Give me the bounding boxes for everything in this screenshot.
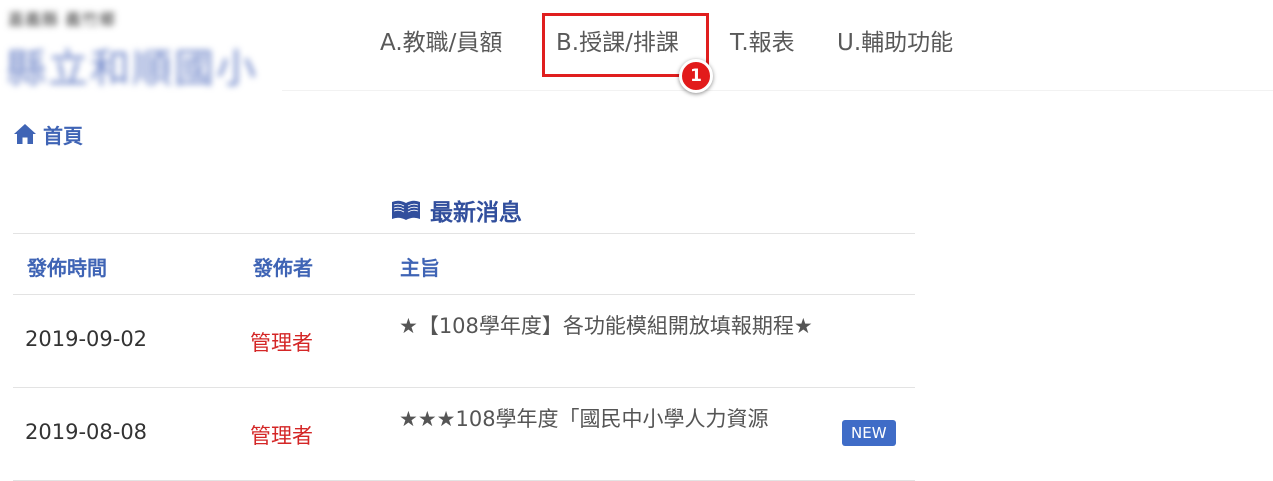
news-section-title: 最新消息 <box>390 192 522 228</box>
new-badge: NEW <box>842 420 896 446</box>
nav-item-teaching-scheduling[interactable]: B.授課/排課 <box>556 24 679 62</box>
home-icon <box>13 123 37 145</box>
cell-subject-link[interactable]: ★★★108學年度「國民中小學人力資源 <box>399 404 829 435</box>
step-badge: 1 <box>679 59 713 93</box>
table-row[interactable]: 2019-09-02 管理者 ★【108學年度】各功能模組開放填報期程★ <box>13 295 915 388</box>
table-header: 發佈時間 發佈者 主旨 <box>13 234 915 295</box>
breadcrumb-label: 首頁 <box>43 123 83 148</box>
column-header-publisher[interactable]: 發佈者 <box>253 252 313 281</box>
cell-publisher[interactable]: 管理者 <box>250 327 313 357</box>
table-row[interactable]: 2019-08-08 管理者 ★★★108學年度「國民中小學人力資源 NEW <box>13 388 915 481</box>
news-table: 發佈時間 發佈者 主旨 2019-09-02 管理者 ★【108學年度】各功能模… <box>13 233 915 481</box>
cell-date: 2019-08-08 <box>25 420 148 444</box>
nav-item-auxiliary[interactable]: U.輔助功能 <box>837 24 953 62</box>
cell-date: 2019-09-02 <box>25 327 148 351</box>
book-icon <box>390 198 422 222</box>
cell-publisher[interactable]: 管理者 <box>250 420 313 450</box>
column-header-subject[interactable]: 主旨 <box>400 252 440 281</box>
column-header-publish-time[interactable]: 發佈時間 <box>27 252 107 281</box>
news-title: 最新消息 <box>430 200 522 226</box>
top-navigation: A.教職/員額 B.授課/排課 T.報表 U.輔助功能 <box>0 0 1273 90</box>
nav-item-reports[interactable]: T.報表 <box>730 24 795 62</box>
breadcrumb-home[interactable]: 首頁 <box>13 118 83 150</box>
nav-item-staff[interactable]: A.教職/員額 <box>380 24 502 62</box>
nav-divider <box>282 90 1273 91</box>
cell-subject-link[interactable]: ★【108學年度】各功能模組開放填報期程★ <box>399 311 829 342</box>
